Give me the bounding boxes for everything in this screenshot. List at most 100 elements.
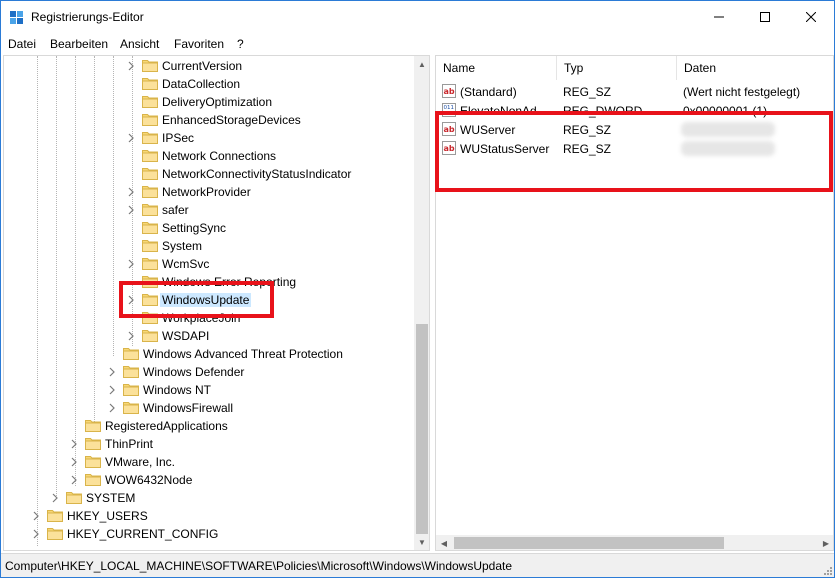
- column-header-data[interactable]: Daten: [677, 56, 833, 80]
- scroll-up-icon[interactable]: ▲: [414, 56, 429, 72]
- tree-item-label: Network Connections: [162, 149, 277, 163]
- folder-icon: [142, 328, 158, 342]
- redacted-data: [681, 122, 775, 137]
- scroll-down-icon[interactable]: ▼: [414, 534, 429, 550]
- tree-item[interactable]: SettingSync: [4, 219, 414, 237]
- key-tree-pane[interactable]: CurrentVersion DataCollection DeliveryOpti…: [3, 55, 430, 551]
- tree-item-label: WindowsFirewall: [143, 401, 234, 415]
- menu-favoriten[interactable]: Favoriten: [174, 37, 224, 51]
- tree-item[interactable]: VMware, Inc.: [4, 453, 414, 471]
- expand-chevron-icon[interactable]: [126, 132, 136, 144]
- tree-item[interactable]: Windows Error Reporting: [4, 273, 414, 291]
- tree-item[interactable]: Windows Defender: [4, 363, 414, 381]
- tree-item[interactable]: System: [4, 237, 414, 255]
- column-header-type[interactable]: Typ: [557, 56, 677, 80]
- dword-value-icon: 011 110: [442, 103, 456, 117]
- folder-icon: [123, 346, 139, 360]
- tree-item-label: Windows Advanced Threat Protection: [143, 347, 343, 361]
- value-row[interactable]: ab (Standard) REG_SZ (Wert nicht festgelegt…: [436, 82, 833, 101]
- tree-item-label: DeliveryOptimization: [162, 95, 273, 109]
- tree-item[interactable]: WSDAPI: [4, 327, 414, 345]
- tree-item-label: SettingSync: [162, 221, 227, 235]
- tree-item-label: safer: [162, 203, 189, 217]
- tree-item[interactable]: ThinPrint: [4, 435, 414, 453]
- list-scroll-thumb[interactable]: [454, 537, 724, 549]
- tree-item[interactable]: SYSTEM: [4, 489, 414, 507]
- tree-item[interactable]: WcmSvc: [4, 255, 414, 273]
- expand-chevron-icon[interactable]: [31, 510, 41, 522]
- expand-chevron-icon[interactable]: [126, 258, 136, 270]
- folder-icon: [47, 508, 63, 522]
- folder-icon: [142, 202, 158, 216]
- registry-editor-window: Registrierungs-Editor Datei Bearbeiten A…: [0, 0, 835, 578]
- value-row[interactable]: ab WUServer REG_SZ: [436, 120, 833, 139]
- column-header-name[interactable]: Name: [436, 56, 557, 80]
- status-bar: Computer\HKEY_LOCAL_MACHINE\SOFTWARE\Pol…: [1, 553, 834, 577]
- folder-icon: [142, 94, 158, 108]
- tree-item[interactable]: Windows NT: [4, 381, 414, 399]
- tree-item-label: WSDAPI: [162, 329, 210, 343]
- expand-chevron-icon[interactable]: [69, 456, 79, 468]
- expand-chevron-icon[interactable]: [69, 474, 79, 486]
- minimize-button[interactable]: [696, 1, 742, 33]
- tree-item[interactable]: NetworkProvider: [4, 183, 414, 201]
- scroll-left-icon[interactable]: ◀: [436, 535, 452, 550]
- tree-item[interactable]: WorkplaceJoin: [4, 309, 414, 327]
- expand-chevron-icon[interactable]: [50, 492, 60, 504]
- value-row[interactable]: ab WUStatusServer REG_SZ: [436, 139, 833, 158]
- title-bar[interactable]: Registrierungs-Editor: [1, 1, 834, 33]
- tree-item-label: WorkplaceJoin: [162, 311, 241, 325]
- expand-chevron-icon[interactable]: [126, 60, 136, 72]
- tree-item[interactable]: DeliveryOptimization: [4, 93, 414, 111]
- expand-chevron-icon[interactable]: [107, 384, 117, 396]
- tree-item-label: HKEY_USERS: [67, 509, 148, 523]
- value-name: ElevateNonAd...: [460, 104, 547, 118]
- expand-chevron-icon[interactable]: [126, 330, 136, 342]
- tree-item[interactable]: Windows Advanced Threat Protection: [4, 345, 414, 363]
- list-horizontal-scrollbar[interactable]: ◀ ▶: [436, 535, 833, 550]
- menu-help[interactable]: ?: [237, 37, 244, 51]
- tree-item[interactable]: WOW6432Node: [4, 471, 414, 489]
- tree-item[interactable]: Network Connections: [4, 147, 414, 165]
- tree-item-label: ThinPrint: [105, 437, 154, 451]
- svg-text:ab: ab: [444, 87, 455, 96]
- folder-icon: [123, 400, 139, 414]
- tree-item[interactable]: NetworkConnectivityStatusIndicator: [4, 165, 414, 183]
- menu-bearbeiten[interactable]: Bearbeiten: [50, 37, 108, 51]
- folder-icon: [142, 76, 158, 90]
- value-name: WUStatusServer: [460, 142, 550, 156]
- tree-item[interactable]: HKEY_CURRENT_CONFIG: [4, 525, 414, 543]
- window-title: Registrierungs-Editor: [31, 10, 144, 24]
- menu-ansicht[interactable]: Ansicht: [120, 37, 159, 51]
- tree-item-label: NetworkConnectivityStatusIndicator: [162, 167, 352, 181]
- menu-datei[interactable]: Datei: [8, 37, 36, 51]
- tree-item[interactable]: RegisteredApplications: [4, 417, 414, 435]
- maximize-button[interactable]: [742, 1, 788, 33]
- expand-chevron-icon[interactable]: [126, 186, 136, 198]
- scroll-right-icon[interactable]: ▶: [818, 535, 833, 550]
- expand-chevron-icon[interactable]: [126, 204, 136, 216]
- value-row[interactable]: 011 110 ElevateNonAd... REG_DWORD 0x00000001…: [436, 101, 833, 120]
- tree-item[interactable]: EnhancedStorageDevices: [4, 111, 414, 129]
- resize-grip-icon[interactable]: [822, 565, 832, 575]
- tree-item[interactable]: WindowsUpdate: [4, 291, 414, 309]
- tree-vertical-scrollbar[interactable]: ▲ ▼: [414, 56, 429, 550]
- folder-icon: [142, 220, 158, 234]
- string-value-icon: ab: [442, 141, 456, 155]
- tree-item-label: System: [162, 239, 203, 253]
- svg-text:110: 110: [444, 111, 455, 117]
- tree-item[interactable]: CurrentVersion: [4, 57, 414, 75]
- tree-item[interactable]: DataCollection: [4, 75, 414, 93]
- expand-chevron-icon[interactable]: [107, 402, 117, 414]
- expand-chevron-icon[interactable]: [69, 438, 79, 450]
- tree-item[interactable]: IPSec: [4, 129, 414, 147]
- tree-item[interactable]: safer: [4, 201, 414, 219]
- expand-chevron-icon[interactable]: [126, 294, 136, 306]
- tree-scroll-thumb[interactable]: [416, 324, 428, 534]
- tree-item[interactable]: WindowsFirewall: [4, 399, 414, 417]
- close-button[interactable]: [788, 1, 834, 33]
- expand-chevron-icon[interactable]: [107, 366, 117, 378]
- tree-item[interactable]: HKEY_USERS: [4, 507, 414, 525]
- value-list-pane[interactable]: Name Typ Daten ab (Standard) REG_SZ (Wert n…: [435, 55, 834, 551]
- expand-chevron-icon[interactable]: [31, 528, 41, 540]
